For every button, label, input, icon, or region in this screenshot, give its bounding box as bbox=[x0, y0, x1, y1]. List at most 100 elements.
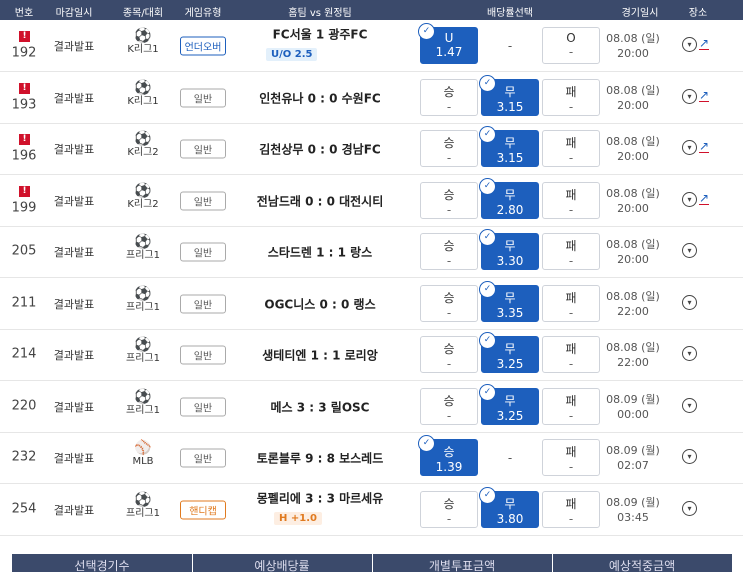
location-pin-icon[interactable]: ▾ bbox=[682, 191, 697, 207]
table-row: ! 192 결과발표 ⚽ K리그1 언더오버 FC서울 1 광주FC U/O 2.5 ✓ U 1.4… bbox=[0, 20, 743, 72]
odds-button-2[interactable]: ✓ 무 3.15 bbox=[479, 74, 539, 116]
game-date: 08.08 (일) bbox=[606, 341, 660, 354]
odds-value: 3.25 bbox=[496, 357, 524, 371]
odds-button-3[interactable]: 패- bbox=[542, 130, 600, 167]
odds-button-3[interactable]: 패- bbox=[542, 387, 600, 425]
odds-button-1[interactable]: ✓ U 1.47 bbox=[418, 23, 478, 64]
game-type-badge: 일반 bbox=[180, 397, 226, 416]
odds-button-1[interactable]: 승- bbox=[420, 490, 478, 528]
location-pin-icon[interactable]: ▾ bbox=[682, 140, 697, 155]
odds-button-3[interactable]: 패- bbox=[542, 284, 600, 322]
odds-value: - bbox=[568, 460, 574, 474]
game-date: 08.08 (일) bbox=[606, 32, 660, 45]
odds-button-3[interactable]: 패- bbox=[542, 181, 600, 219]
location-pin-icon[interactable]: ▾ bbox=[682, 88, 697, 104]
odds-button-1[interactable]: 승- bbox=[420, 233, 478, 270]
odds-label: 승 bbox=[443, 187, 455, 202]
game-type-badge: 일반 bbox=[180, 242, 226, 262]
odds-value: - bbox=[446, 202, 452, 217]
odds-button-2[interactable]: ✓ 무 3.25 bbox=[479, 383, 539, 425]
trend-chart-icon[interactable]: ↗ bbox=[699, 37, 710, 50]
odds-button-2[interactable]: ✓ 무 3.30 bbox=[479, 229, 539, 270]
odds-button-1[interactable]: 승- bbox=[420, 284, 478, 322]
sport-league: ⚾ MLB bbox=[132, 441, 153, 468]
odds-button-2[interactable]: ✓ 무 2.80 bbox=[479, 177, 539, 219]
game-time: 20:00 bbox=[617, 150, 649, 163]
match-teams: 메스 3 : 3 릴OSC bbox=[270, 400, 370, 414]
soccer-ball-icon: ⚽ bbox=[134, 337, 152, 353]
deadline-status: 결과발표 bbox=[53, 143, 95, 156]
alert-icon: ! bbox=[19, 31, 30, 42]
trend-chart-icon[interactable]: ↗ bbox=[699, 89, 710, 102]
game-number: 205 bbox=[11, 243, 37, 259]
table-row: ! 199 결과발표 ⚽ K리그2 일반 전남드래 0 : 0 대전시티 승 - ✓ 무 2.80 패 -… bbox=[0, 175, 743, 227]
sport-league: ⚽ 프리그1 bbox=[126, 338, 160, 365]
odds-button-2[interactable]: ✓ 무 3.15 bbox=[479, 126, 539, 167]
game-date: 08.08 (일) bbox=[606, 238, 660, 251]
location-pin-icon[interactable]: ▾ bbox=[682, 500, 697, 516]
odds-button-3[interactable]: 패- bbox=[542, 78, 600, 116]
sport-league: ⚽ 프리그1 bbox=[126, 235, 160, 262]
game-number: 193 bbox=[11, 97, 37, 112]
odds-label: 패 bbox=[565, 342, 577, 356]
odds-label: 패 bbox=[565, 445, 577, 459]
odds-button-2[interactable]: ✓ 무 3.35 bbox=[479, 280, 539, 322]
handicap-line: H +1.0 bbox=[274, 511, 322, 525]
check-icon: ✓ bbox=[479, 177, 496, 195]
game-time: 03:45 bbox=[617, 510, 649, 524]
odds-button-1[interactable]: 승- bbox=[420, 130, 478, 167]
odds-value: 3.80 bbox=[496, 511, 524, 526]
header-venue: 장소 bbox=[688, 8, 708, 19]
odds-value: - bbox=[568, 202, 574, 217]
league-name: K리그2 bbox=[127, 198, 159, 210]
odds-value: 1.47 bbox=[435, 45, 463, 59]
odds-label: 승 bbox=[443, 239, 455, 253]
table-row: 254 결과발표 ⚽ 프리그1 핸디캡 몽펠리에 3 : 3 마르세유 H +1.0 승 - ✓ 무… bbox=[0, 484, 743, 536]
check-icon: ✓ bbox=[479, 74, 496, 92]
odds-button-3[interactable]: 패- bbox=[542, 233, 600, 270]
location-pin-icon[interactable]: ▾ bbox=[682, 397, 697, 413]
game-number: 192 bbox=[11, 45, 37, 61]
game-number: 220 bbox=[11, 398, 37, 413]
odds-value: - bbox=[446, 511, 452, 526]
league-name: 프리그1 bbox=[126, 301, 160, 313]
location-pin-icon[interactable]: ▾ bbox=[682, 449, 697, 464]
odds-label: O bbox=[566, 31, 576, 45]
location-pin-icon[interactable]: ▾ bbox=[682, 294, 697, 310]
odds-label: 승 bbox=[443, 84, 455, 99]
header-match: 홈팀 vs 원정팀 bbox=[288, 8, 352, 19]
odds-button-1[interactable]: 승- bbox=[420, 181, 478, 219]
game-datetime: 08.08 (일) 20:00 bbox=[606, 83, 660, 113]
odds-button-1[interactable]: 승- bbox=[420, 336, 478, 373]
odds-button-3[interactable]: 패- bbox=[542, 490, 600, 528]
sport-league: ⚽ 프리그1 bbox=[126, 493, 160, 520]
game-type-badge: 일반 bbox=[180, 345, 226, 365]
trend-chart-icon[interactable]: ↗ bbox=[699, 192, 710, 205]
location-pin-icon[interactable]: ▾ bbox=[682, 346, 697, 361]
deadline-status: 결과발표 bbox=[53, 91, 95, 105]
odds-button-1[interactable]: ✓ 승 1.39 bbox=[418, 435, 478, 476]
sport-league: ⚽ 프리그1 bbox=[126, 287, 160, 314]
odds-button-2[interactable]: ✓ 무 3.80 bbox=[479, 486, 539, 528]
table-header: 번호 마감일시 종목/대회 게임유형 홈팀 vs 원정팀 배당률선택 경기일시 … bbox=[0, 0, 743, 20]
check-icon: ✓ bbox=[479, 332, 496, 349]
odds-label: 패 bbox=[565, 136, 577, 150]
odds-button-1[interactable]: 승- bbox=[420, 387, 478, 425]
odds-button-3[interactable]: 패- bbox=[542, 439, 600, 476]
soccer-ball-icon: ⚽ bbox=[134, 285, 152, 302]
game-date: 08.09 (월) bbox=[606, 444, 660, 457]
game-time: 20:00 bbox=[617, 98, 649, 112]
trend-chart-icon[interactable]: ↗ bbox=[699, 140, 710, 153]
odds-button-3[interactable]: 패- bbox=[542, 336, 600, 373]
deadline-status: 결과발표 bbox=[53, 400, 95, 414]
odds-button-3[interactable]: O- bbox=[542, 27, 600, 64]
soccer-ball-icon: ⚽ bbox=[134, 182, 152, 199]
bet-summary-bar: 선택경기수 예상배당률 개별투표금액 예상적중금액 bbox=[12, 554, 732, 573]
location-pin-icon[interactable]: ▾ bbox=[682, 243, 697, 258]
location-pin-icon[interactable]: ▾ bbox=[682, 37, 697, 52]
odds-label: 승 bbox=[443, 290, 455, 305]
odds-button-2[interactable]: ✓ 무 3.25 bbox=[479, 332, 539, 373]
odds-label: 패 bbox=[565, 84, 577, 99]
odds-button-1[interactable]: 승- bbox=[420, 78, 478, 116]
table-row: 214 결과발표 ⚽ 프리그1 일반 생테티엔 1 : 1 로리앙 승 - ✓ 무 3.25 패 -08… bbox=[0, 329, 743, 381]
